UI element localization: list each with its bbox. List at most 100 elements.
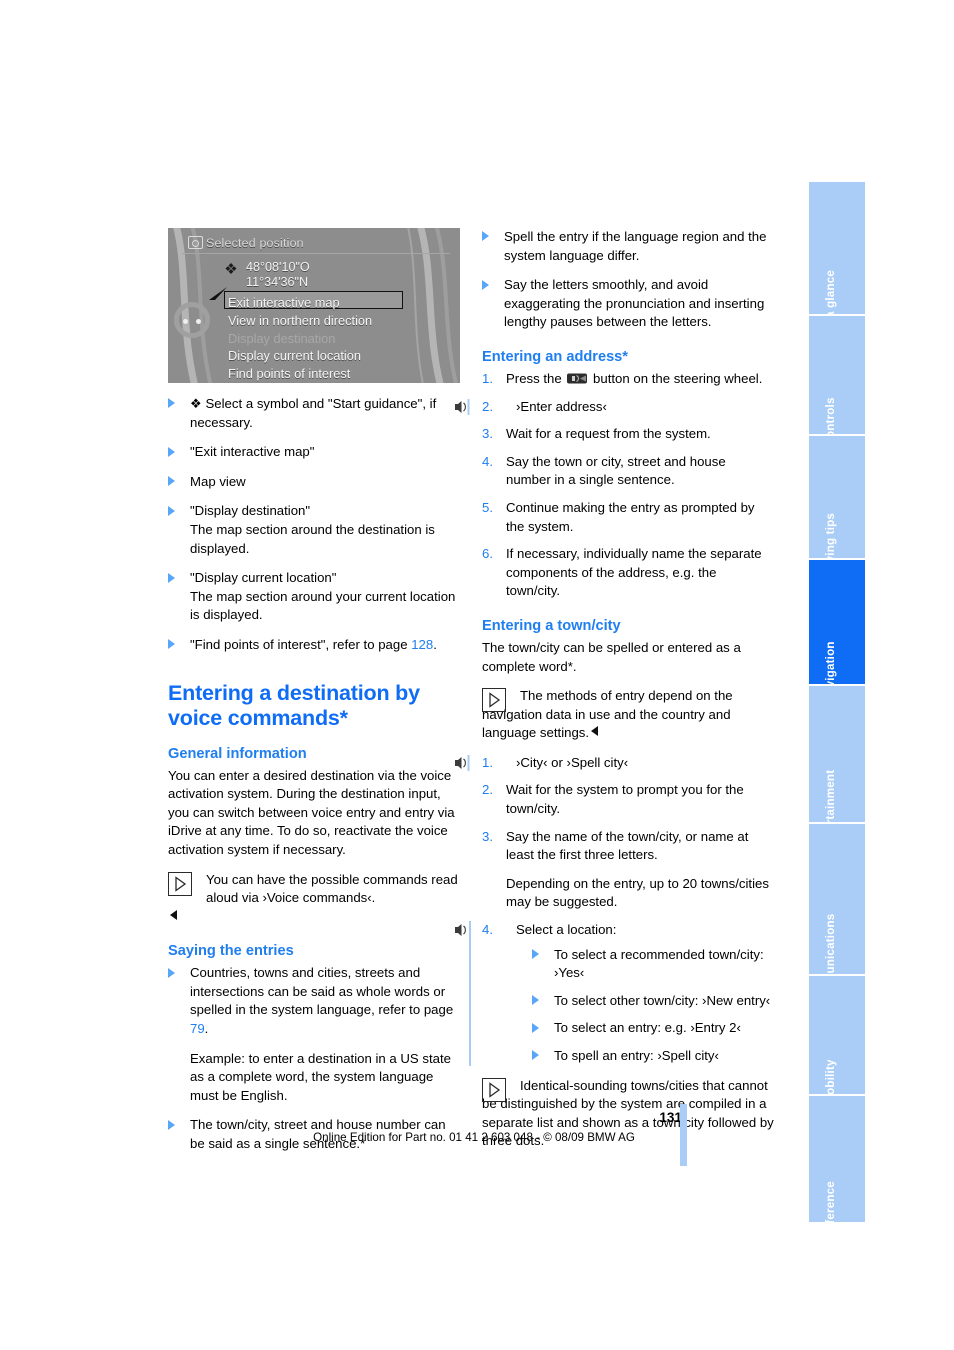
list-item: To select an entry: e.g. ›Entry 2‹ — [532, 1019, 774, 1038]
list-item-label: To select other town/city: ›New entry‹ — [554, 992, 771, 1008]
note-triangle-icon — [482, 1077, 506, 1102]
step-number: 3. — [482, 426, 493, 442]
step-text: Say the name of the town/city, or name a… — [506, 828, 749, 863]
step-text-suffix: button on the steering wheel. — [589, 370, 763, 386]
list-item: 2. ›Enter address‹ — [454, 398, 774, 417]
list-item-label: "Exit interactive map" — [190, 444, 315, 460]
manual-page: Selected position ❖ 48°08'10"O 11°34'36"… — [0, 0, 954, 1350]
triangle-bullet-icon — [168, 446, 175, 457]
chapter-tab-mobility[interactable]: Mobility — [809, 976, 865, 1094]
idrive-title: Selected position — [206, 236, 304, 250]
note-triangle-icon — [482, 688, 506, 713]
step-text: Say the town or city, street and house n… — [506, 453, 726, 488]
idrive-screenshot-figure: Selected position ❖ 48°08'10"O 11°34'36"… — [168, 228, 460, 383]
triangle-bullet-icon — [168, 398, 175, 409]
list-item: ❖ Select a symbol and "Start guidance", … — [168, 395, 460, 432]
coordinate-longitude: 48°08'10"O — [246, 260, 310, 274]
list-item-label: Countries, towns and cities, streets and… — [190, 965, 454, 1018]
section-heading-general-information: General information — [168, 745, 307, 762]
select-a-location-options: To select a recommended town/city: ›Yes‹… — [506, 946, 774, 1066]
list-item-label-suffix: . — [204, 1021, 209, 1037]
entering-a-town-city-intro: The town/city can be spelled or entered … — [482, 639, 741, 674]
triangle-bullet-icon — [482, 231, 489, 242]
chapter-tab-navigation[interactable]: Navigation — [809, 560, 865, 684]
triangle-bullet-icon — [168, 572, 175, 583]
list-item-label: "Find points of interest", refer to page — [190, 636, 412, 652]
chapter-tab-communications[interactable]: Communications — [809, 824, 865, 974]
step-number: 4. — [482, 922, 493, 938]
step-number: 1. — [482, 754, 493, 770]
chapter-tab-controls[interactable]: Controls — [809, 316, 865, 434]
section-heading-entering-a-town-city: Entering a town/city — [482, 617, 621, 634]
page-number: 131 — [659, 1110, 682, 1125]
idrive-menu-list: Exit interactive map View in northern di… — [228, 294, 372, 383]
list-item: 5. Continue making the entry as prompted… — [482, 499, 774, 536]
list-item: "Exit interactive map" — [168, 443, 460, 462]
steering-wheel-voice-button-icon — [567, 371, 588, 384]
list-item: Say the letters smoothly, and avoid exag… — [482, 276, 774, 332]
note-triangle-icon — [168, 871, 192, 896]
step-text: Wait for the system to prompt you for th… — [506, 782, 744, 817]
list-item: "Display destination" The map section ar… — [168, 502, 460, 558]
list-item: 2. Wait for the system to prompt you for… — [482, 781, 774, 818]
step-number: 2. — [482, 398, 493, 414]
triangle-bullet-icon — [532, 949, 539, 960]
saying-the-entries-list: Countries, towns and cities, streets and… — [168, 964, 460, 1153]
chapter-tab-label: Driving tips — [824, 512, 837, 558]
step-number: 5. — [482, 499, 493, 515]
note-end-marker-icon — [170, 909, 177, 920]
note-methods-of-entry: The methods of entry depend on the navig… — [482, 687, 774, 743]
chapter-tab-label: Mobility — [824, 1059, 837, 1094]
list-item: 3. Say the name of the town/city, or nam… — [482, 828, 774, 912]
chapter-tab-at-a-glance[interactable]: At a glance — [809, 182, 865, 314]
list-item: To select a recommended town/city: ›Yes‹ — [532, 946, 774, 983]
list-item: 4. Select a location: To select a recomm… — [454, 921, 774, 1066]
chapter-tab-entertainment[interactable]: Entertainment — [809, 686, 865, 822]
general-information-paragraph: You can enter a desired destination via … — [168, 767, 455, 857]
spelling-tips-list: Spell the entry if the language region a… — [482, 228, 774, 332]
triangle-bullet-icon — [168, 476, 175, 487]
page-reference-link[interactable]: 128 — [411, 637, 433, 652]
list-item: 1. ›City‹ or ›Spell city‹ — [454, 754, 774, 773]
note-text: The methods of entry depend on the navig… — [482, 688, 733, 741]
idrive-menu-item-display-current-location[interactable]: Display current location — [228, 347, 372, 365]
step-detail: Depending on the entry, up to 20 towns/c… — [506, 875, 769, 910]
chapter-tab-label: Entertainment — [824, 769, 837, 822]
idrive-menu-item-display-destination: Display destination — [228, 330, 336, 346]
step-number: 3. — [482, 828, 493, 844]
coordinate-latitude: 11°34'36"N — [246, 275, 309, 289]
list-item: "Display current location" The map secti… — [168, 569, 460, 625]
list-item: 4. Say the town or city, street and hous… — [482, 453, 774, 490]
step-number: 6. — [482, 546, 493, 562]
symbol-icon: ❖ — [190, 396, 202, 411]
list-item-label: To select an entry: e.g. ›Entry 2‹ — [554, 1020, 741, 1036]
page-title: Entering a destination by voice commands… — [168, 680, 420, 730]
chapter-tab-reference[interactable]: Reference — [809, 1096, 865, 1222]
list-item: 1. Press the button on the steering whee… — [482, 370, 774, 389]
step-text: Select a location: — [516, 922, 617, 938]
chapter-tab-driving-tips[interactable]: Driving tips — [809, 436, 865, 558]
chapter-tab-label: At a glance — [824, 269, 837, 314]
chapter-tab-label: Reference — [824, 1181, 837, 1222]
step-text: Press the — [506, 370, 566, 386]
triangle-bullet-icon — [168, 639, 175, 650]
list-item: "Find points of interest", refer to page… — [168, 636, 460, 655]
entering-a-town-city-steps: 1. ›City‹ or ›Spell city‹ 2. Wait for th… — [454, 754, 774, 1066]
list-item: 6. If necessary, individually name the s… — [482, 545, 774, 601]
step-text: Wait for a request from the system. — [506, 426, 711, 442]
voice-command-icon — [454, 398, 471, 415]
list-item: Map view — [168, 473, 460, 492]
triangle-bullet-icon — [532, 995, 539, 1006]
page-reference-link[interactable]: 79 — [190, 1021, 205, 1036]
step-text: ›City‹ or ›Spell city‹ — [516, 754, 629, 770]
right-column: Spell the entry if the language region a… — [454, 228, 774, 1151]
list-item-label: "Display destination" — [190, 503, 311, 519]
chapter-tab-label: Navigation — [824, 641, 837, 684]
triangle-bullet-icon — [532, 1022, 539, 1033]
entering-an-address-steps: 1. Press the button on the steering whee… — [454, 370, 774, 601]
idrive-menu-item-find-points-of-interest[interactable]: Find points of interest — [228, 365, 372, 383]
idrive-menu-item-view-in-northern-direction[interactable]: View in northern direction — [228, 312, 372, 330]
triangle-bullet-icon — [482, 279, 489, 290]
idrive-menu-item-exit-interactive-map[interactable]: Exit interactive map — [228, 294, 372, 312]
chapter-tab-strip: At a glance Controls Driving tips Naviga… — [809, 182, 865, 1224]
